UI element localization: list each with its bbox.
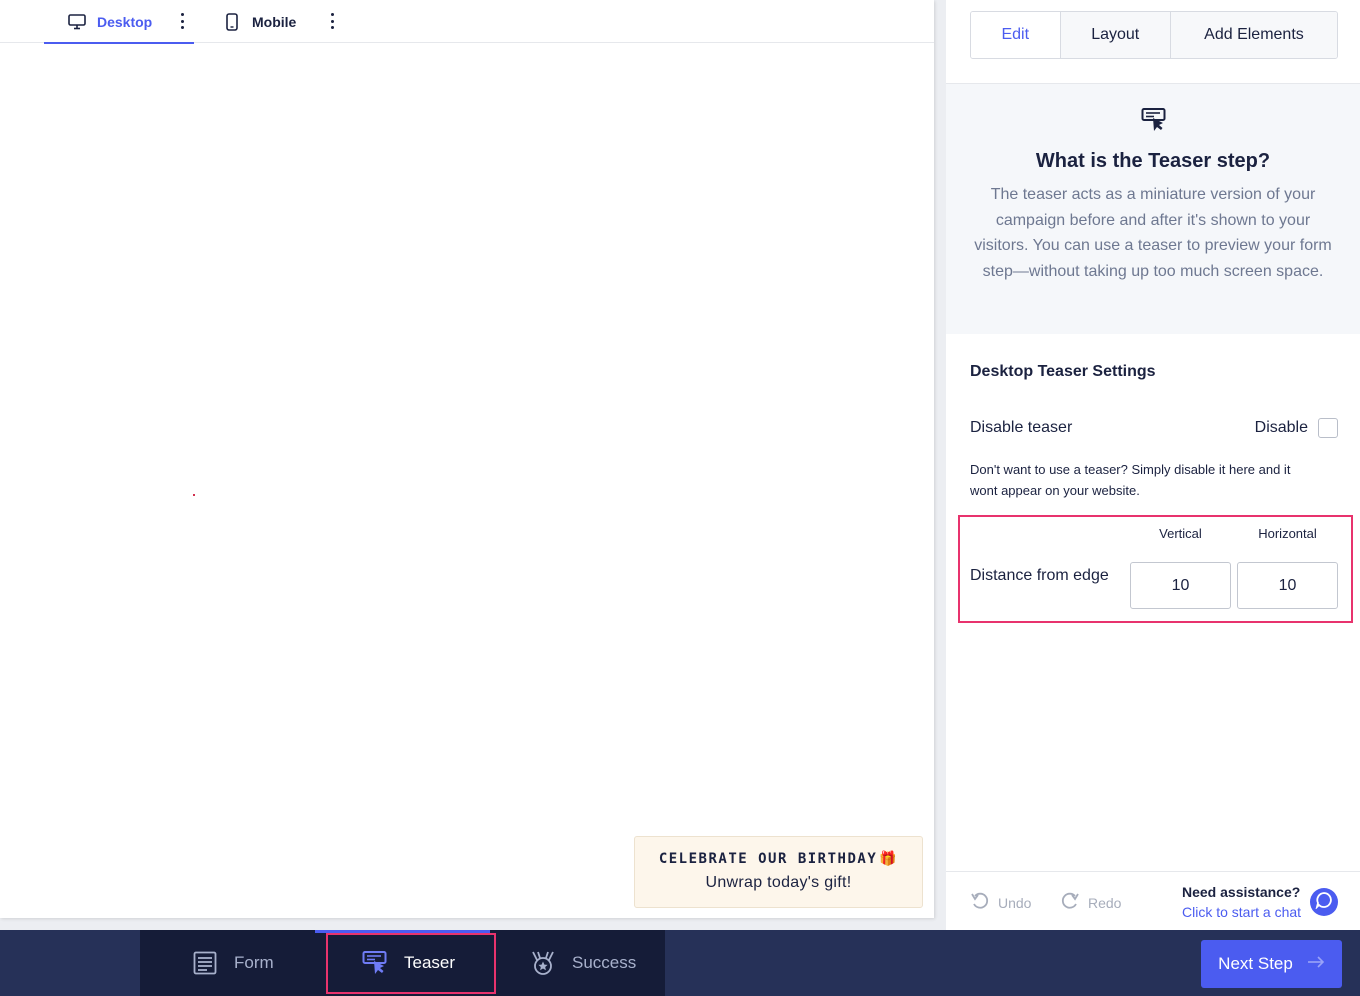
- success-award-icon: [530, 950, 556, 976]
- teaser-icon: [1141, 107, 1167, 133]
- step-success[interactable]: Success: [530, 930, 636, 996]
- teaser-preview-title: CELEBRATE OUR BIRTHDAY 🎁: [659, 851, 898, 867]
- device-tabs: Desktop Mobile: [0, 0, 934, 44]
- vertical-column-label: Vertical: [1159, 526, 1202, 541]
- disable-teaser-label: Disable teaser: [970, 419, 1073, 436]
- desktop-icon: [67, 12, 87, 32]
- disable-checkbox[interactable]: [1318, 418, 1338, 438]
- distance-from-edge-label: Distance from edge: [970, 567, 1109, 584]
- step-navigation: Form Teaser Success: [140, 930, 665, 996]
- gift-icon: 🎁: [879, 851, 899, 867]
- tab-desktop[interactable]: Desktop: [44, 0, 194, 44]
- canvas-marker: [193, 494, 195, 496]
- tab-mobile-label: Mobile: [252, 13, 297, 30]
- step-success-label: Success: [572, 953, 637, 972]
- mobile-more-menu-icon[interactable]: [327, 11, 337, 31]
- horizontal-distance-input[interactable]: [1237, 562, 1338, 609]
- desktop-more-menu-icon[interactable]: [177, 11, 187, 31]
- undo-icon: [970, 892, 990, 913]
- start-chat-link[interactable]: Click to start a chat: [1182, 904, 1301, 920]
- arrow-right-icon: [1307, 954, 1325, 974]
- step-form[interactable]: Form: [192, 930, 274, 996]
- canvas-area: Desktop Mobile CELEBRATE OUR BIRTHDAY 🎁 …: [0, 0, 946, 930]
- step-teaser[interactable]: Teaser: [362, 930, 455, 996]
- undo-button[interactable]: Undo: [970, 892, 1031, 913]
- teaser-preview[interactable]: CELEBRATE OUR BIRTHDAY 🎁 Unwrap today's …: [634, 836, 923, 908]
- redo-icon: [1060, 892, 1080, 913]
- info-description: The teaser acts as a miniature version o…: [974, 186, 1332, 280]
- next-step-label: Next Step: [1218, 954, 1293, 973]
- assistance-block: Need assistance? Click to start a chat: [1182, 884, 1301, 920]
- tab-add-elements[interactable]: Add Elements: [1170, 12, 1337, 58]
- teaser-title-text: CELEBRATE OUR BIRTHDAY: [658, 851, 878, 867]
- preview-canvas: Desktop Mobile CELEBRATE OUR BIRTHDAY 🎁 …: [0, 0, 934, 918]
- disable-help-text: Don't want to use a teaser? Simply disab…: [970, 462, 1291, 498]
- active-step-indicator: [315, 930, 490, 933]
- chat-button[interactable]: [1310, 888, 1338, 916]
- mobile-icon: [222, 12, 242, 32]
- vertical-distance-input[interactable]: [1130, 562, 1231, 609]
- horizontal-column-label: Horizontal: [1258, 526, 1317, 541]
- undo-label: Undo: [998, 894, 1032, 911]
- tab-mobile[interactable]: Mobile: [222, 0, 296, 43]
- tab-desktop-label: Desktop: [97, 13, 153, 30]
- settings-panel: Edit Layout Add Elements What is the Tea…: [946, 0, 1360, 930]
- distance-from-edge-group: Vertical Horizontal Distance from edge: [958, 515, 1353, 623]
- chat-bubble-icon: [1315, 891, 1333, 914]
- disable-teaser-control[interactable]: Disable: [1255, 418, 1338, 438]
- form-icon: [192, 950, 218, 976]
- next-step-button[interactable]: Next Step: [1201, 940, 1342, 988]
- settings-section-title: Desktop Teaser Settings: [970, 363, 1156, 380]
- redo-button[interactable]: Redo: [1060, 892, 1121, 913]
- redo-label: Redo: [1088, 894, 1122, 911]
- info-title: What is the Teaser step?: [1035, 150, 1271, 172]
- step-form-label: Form: [234, 953, 274, 972]
- panel-tabs: Edit Layout Add Elements: [970, 11, 1338, 59]
- bottom-bar: Form Teaser Success: [0, 930, 1360, 996]
- teaser-preview-subtitle: Unwrap today's gift!: [705, 874, 852, 891]
- tab-layout[interactable]: Layout: [1060, 12, 1171, 58]
- assistance-title: Need assistance?: [1182, 884, 1301, 900]
- teaser-info-box: What is the Teaser step? The teaser acts…: [946, 84, 1360, 334]
- disable-checkbox-label: Disable: [1254, 419, 1308, 436]
- panel-footer: Undo Redo Need assistance? Click to star…: [946, 871, 1360, 930]
- teaser-icon: [362, 950, 388, 976]
- tab-edit[interactable]: Edit: [971, 12, 1061, 58]
- step-teaser-label: Teaser: [404, 953, 456, 972]
